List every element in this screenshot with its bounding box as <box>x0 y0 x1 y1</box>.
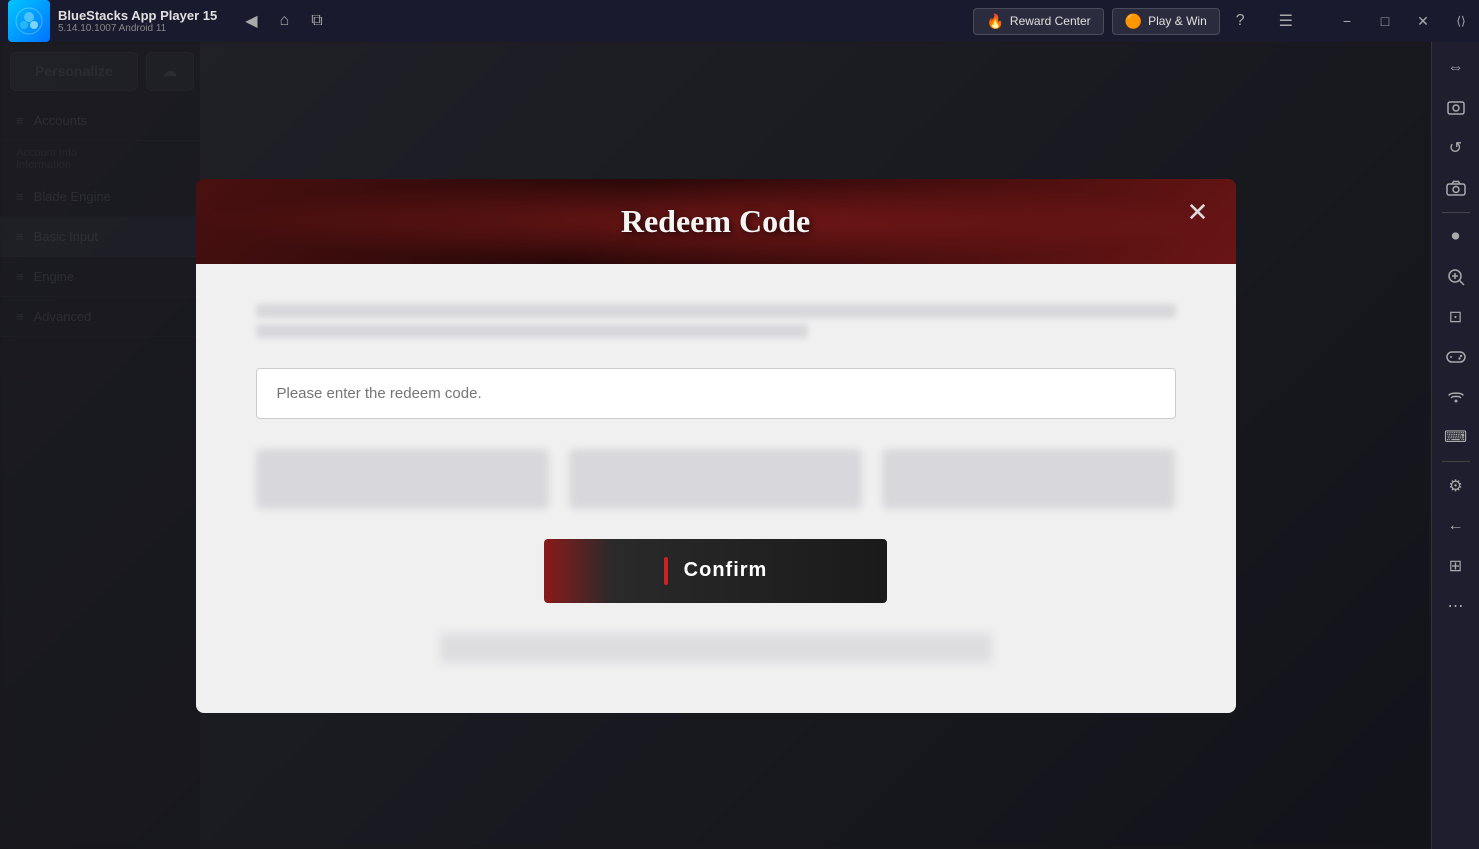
sidebar-record-icon[interactable]: ⏺ <box>1438 219 1474 255</box>
main-content: Personalize ☁ ≡Accounts Account InfoInfo… <box>0 42 1431 849</box>
reward-center-button[interactable]: 🔥 Reward Center <box>973 8 1103 35</box>
sidebar-gamepad-icon[interactable] <box>1438 339 1474 375</box>
sidebar-zoom-icon[interactable] <box>1438 259 1474 295</box>
sidebar-keyboard-icon[interactable]: ⌨ <box>1438 419 1474 455</box>
back-button[interactable]: ◀ <box>237 7 265 35</box>
confirm-label: Confirm <box>684 559 768 582</box>
menu-button[interactable]: ☰ <box>1271 7 1301 35</box>
app-name-group: BlueStacks App Player 15 5.14.10.1007 An… <box>58 8 217 34</box>
title-bar-center: 🔥 Reward Center 🟠 Play & Win ? ☰ <box>341 7 1321 35</box>
sidebar-collapse-icon[interactable]: ← <box>1438 508 1474 544</box>
right-sidebar: ⇔ ↺ ⏺ ⊡ <box>1431 42 1479 849</box>
nav-buttons: ◀ ⌂ ⧉ <box>237 7 330 35</box>
modal-title: Redeem Code <box>621 203 810 240</box>
description-area <box>256 304 1176 338</box>
sidebar-expand-icon[interactable]: ⇔ <box>1438 50 1474 86</box>
sidebar-resize-icon[interactable]: ⊡ <box>1438 299 1474 335</box>
sidebar-camera-icon[interactable] <box>1438 170 1474 206</box>
modal-header: Redeem Code ✕ <box>196 179 1236 264</box>
app-name: BlueStacks App Player 15 <box>58 8 217 23</box>
sidebar-more-icon[interactable]: ⋯ <box>1438 588 1474 624</box>
items-row <box>256 449 1176 509</box>
description-line-1 <box>256 304 1176 318</box>
modal-close-button[interactable]: ✕ <box>1180 195 1216 231</box>
title-bar: BlueStacks App Player 15 5.14.10.1007 An… <box>0 0 1479 42</box>
sidebar-toggle-button[interactable]: ⟨⟩ <box>1443 3 1479 39</box>
item-1 <box>256 449 549 509</box>
app-version: 5.14.10.1007 Android 11 <box>58 23 217 34</box>
sidebar-divider-2 <box>1442 461 1470 462</box>
help-button[interactable]: ? <box>1228 8 1253 34</box>
sidebar-settings-icon[interactable]: ⚙ <box>1438 468 1474 504</box>
coin-icon: 🟠 <box>1125 13 1142 30</box>
app-logo <box>8 0 50 42</box>
window-controls: − □ ✕ ⟨⟩ <box>1329 3 1479 39</box>
description-line-2 <box>256 324 808 338</box>
sidebar-layout-icon[interactable]: ⊞ <box>1438 548 1474 584</box>
sidebar-screenshot-icon[interactable] <box>1438 90 1474 126</box>
play-win-button[interactable]: 🟠 Play & Win <box>1112 8 1220 35</box>
home-button[interactable]: ⌂ <box>272 8 298 34</box>
item-3 <box>882 449 1175 509</box>
bottom-blur-row <box>440 633 992 663</box>
item-2 <box>569 449 862 509</box>
modal-body: Confirm <box>196 264 1236 713</box>
play-win-label: Play & Win <box>1148 14 1207 28</box>
minimize-button[interactable]: − <box>1329 3 1365 39</box>
maximize-button[interactable]: □ <box>1367 3 1403 39</box>
flame-icon: 🔥 <box>986 13 1003 30</box>
reward-center-label: Reward Center <box>1010 14 1091 28</box>
window-close-button[interactable]: ✕ <box>1405 3 1441 39</box>
sidebar-divider-1 <box>1442 212 1470 213</box>
sidebar-refresh-icon[interactable]: ↺ <box>1438 130 1474 166</box>
tabs-button[interactable]: ⧉ <box>303 8 330 34</box>
redeem-code-input[interactable] <box>256 368 1176 419</box>
redeem-modal: Redeem Code ✕ Confirm <box>196 179 1236 713</box>
confirm-button[interactable]: Confirm <box>544 539 888 603</box>
sidebar-wifi-icon[interactable] <box>1438 379 1474 415</box>
